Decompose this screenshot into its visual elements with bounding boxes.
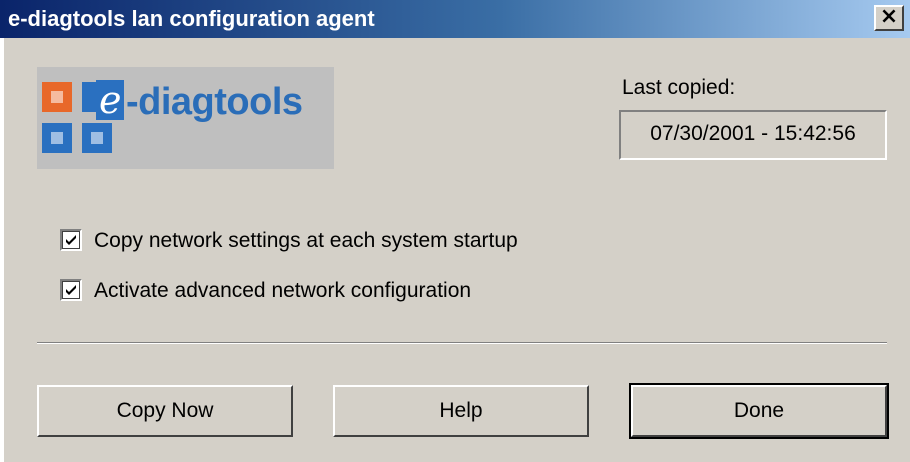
copy-at-startup-checkbox[interactable] [60,229,82,251]
last-copied-value: 07/30/2001 - 15:42:56 [650,122,856,145]
help-button[interactable]: Help [333,385,589,437]
close-icon: × [879,4,899,29]
close-button[interactable]: × [874,5,904,31]
copy-now-button[interactable]: Copy Now [37,385,293,437]
advanced-config-label[interactable]: Activate advanced network configuration [94,278,471,304]
checkmark-icon [66,285,76,295]
last-copied-field: 07/30/2001 - 15:42:56 [619,110,887,160]
advanced-config-checkbox[interactable] [60,279,82,301]
logo-square-blue-bottom-right [82,123,112,153]
logo-text: e -diagtools [96,80,303,124]
title-bar[interactable]: e-diagtools lan configuration agent × [0,0,910,38]
logo-e-mark: e [96,80,124,120]
checkmark-icon [66,235,76,245]
logo-wordmark: -diagtools [126,81,303,123]
logo-square-orange [42,82,72,112]
window-title: e-diagtools lan configuration agent [8,6,375,31]
last-copied-label: Last copied: [622,76,736,99]
done-button[interactable]: Done [629,383,889,439]
window-border [0,38,4,462]
copy-at-startup-label[interactable]: Copy network settings at each system sta… [94,228,518,254]
config-agent-window: e-diagtools lan configuration agent × e-… [0,0,910,462]
logo-square-blue-bottom-left [42,123,72,153]
separator [37,342,887,344]
